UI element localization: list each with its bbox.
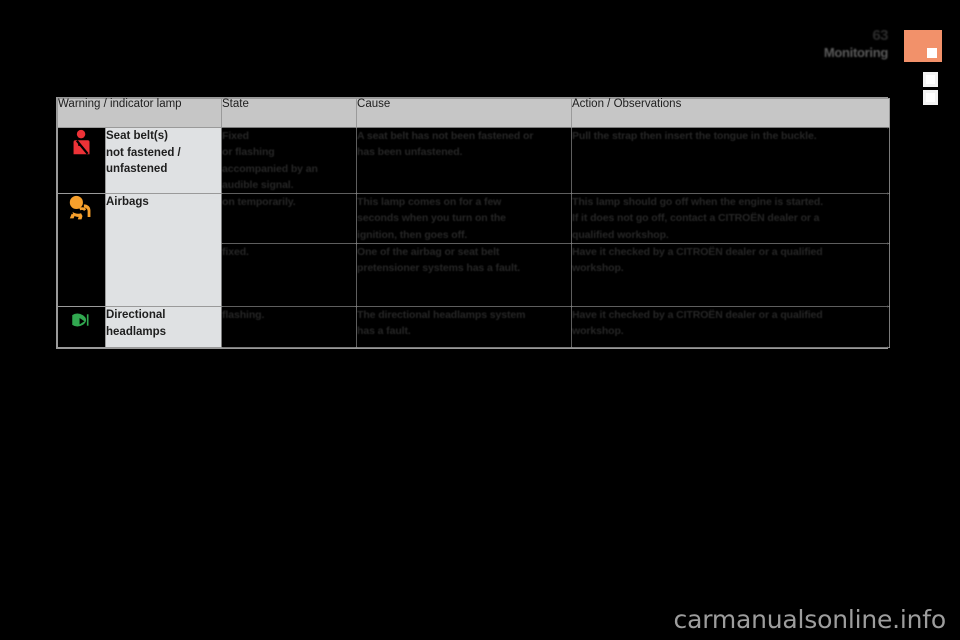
table-row: Seat belt(s) not fastened / unfastened F…: [57, 126, 891, 195]
cause-text: This lamp comes on for a few seconds whe…: [357, 196, 506, 241]
lamp-icon-cell: [57, 126, 106, 195]
lamp-label-text: Directional headlamps: [106, 308, 167, 338]
state-cell-seat-belts: Fixed or flashing accompanied by an audi…: [221, 126, 358, 195]
airbag-icon: [67, 194, 97, 224]
section-title: Monitoring: [823, 45, 888, 60]
cause-cell-airbags-temporary: This lamp comes on for a few seconds whe…: [356, 193, 573, 244]
cause-cell-seat-belts: A seat belt has not been fastened or has…: [356, 126, 573, 195]
state-text: fixed.: [222, 245, 249, 258]
action-text: This lamp should go off when the engine …: [572, 196, 824, 241]
state-text: flashing.: [222, 308, 265, 321]
cause-cell-airbags-fixed: One of the airbag or seat belt pretensio…: [356, 242, 573, 307]
state-cell-airbags-fixed: fixed.: [221, 242, 358, 307]
table-row: Airbags on temporarily. This lamp comes …: [57, 193, 891, 307]
document-header: 63 Monitoring: [823, 27, 889, 60]
state-text: Fixed or flashing accompanied by an audi…: [222, 130, 318, 191]
action-cell-airbags-fixed: Have it checked by a CITROËN dealer or a…: [571, 242, 891, 307]
action-cell-directional-headlamps: Have it checked by a CITROËN dealer or a…: [571, 305, 891, 348]
lamp-label-airbags: Airbags: [104, 193, 223, 307]
column-header-action: Action / Observations: [571, 98, 891, 128]
cause-cell-directional-headlamps: The directional headlamps system has a f…: [356, 305, 573, 348]
state-cell-directional-headlamps: flashing.: [221, 305, 358, 348]
site-watermark: carmanualsonline.info: [673, 605, 947, 634]
action-cell-airbags-temporary: This lamp should go off when the engine …: [571, 193, 891, 244]
column-header-cause: Cause: [356, 98, 573, 128]
cause-text: A seat belt has not been fastened or has…: [357, 130, 534, 159]
directional-headlamps-icon: [67, 307, 97, 337]
lamp-icon-cell: [57, 193, 106, 307]
document-page: 63 Monitoring Warning / indicator lamp S…: [0, 0, 960, 640]
cause-text: The directional headlamps system has a f…: [357, 308, 526, 338]
lamp-icon-cell: [57, 305, 106, 348]
tab-marker-dot: [927, 48, 937, 58]
table-header-row: Warning / indicator lamp State Cause Act…: [56, 98, 891, 128]
action-text: Have it checked by a CITROËN dealer or a…: [572, 245, 823, 275]
state-cell-airbags-temporary: on temporarily.: [221, 193, 358, 244]
action-text: Have it checked by a CITROËN dealer or a…: [572, 308, 823, 338]
seat-belt-unfastened-icon: [67, 128, 97, 158]
lamp-label-text: Seat belt(s) not fastened / unfastened: [106, 130, 181, 176]
section-tab-white-2[interactable]: [923, 90, 938, 105]
section-tab-white-1[interactable]: [923, 72, 938, 87]
column-header-warning-lamp: Warning / indicator lamp: [56, 98, 223, 128]
table-row: Directional headlamps flashing. The dire…: [57, 305, 891, 348]
warning-lamp-table: Warning / indicator lamp State Cause Act…: [56, 97, 891, 349]
lamp-label-text: Airbags: [106, 196, 149, 209]
page-number: 63: [872, 27, 888, 44]
lamp-label-directional-headlamps: Directional headlamps: [104, 305, 223, 348]
column-header-state: State: [221, 98, 358, 128]
action-text: Pull the strap then insert the tongue in…: [572, 130, 817, 142]
action-cell-seat-belts: Pull the strap then insert the tongue in…: [571, 126, 891, 195]
section-tab-orange[interactable]: [904, 30, 942, 62]
cause-text: One of the airbag or seat belt pretensio…: [357, 245, 521, 275]
lamp-label-seat-belts: Seat belt(s) not fastened / unfastened: [104, 126, 223, 195]
state-text: on temporarily.: [222, 196, 296, 209]
